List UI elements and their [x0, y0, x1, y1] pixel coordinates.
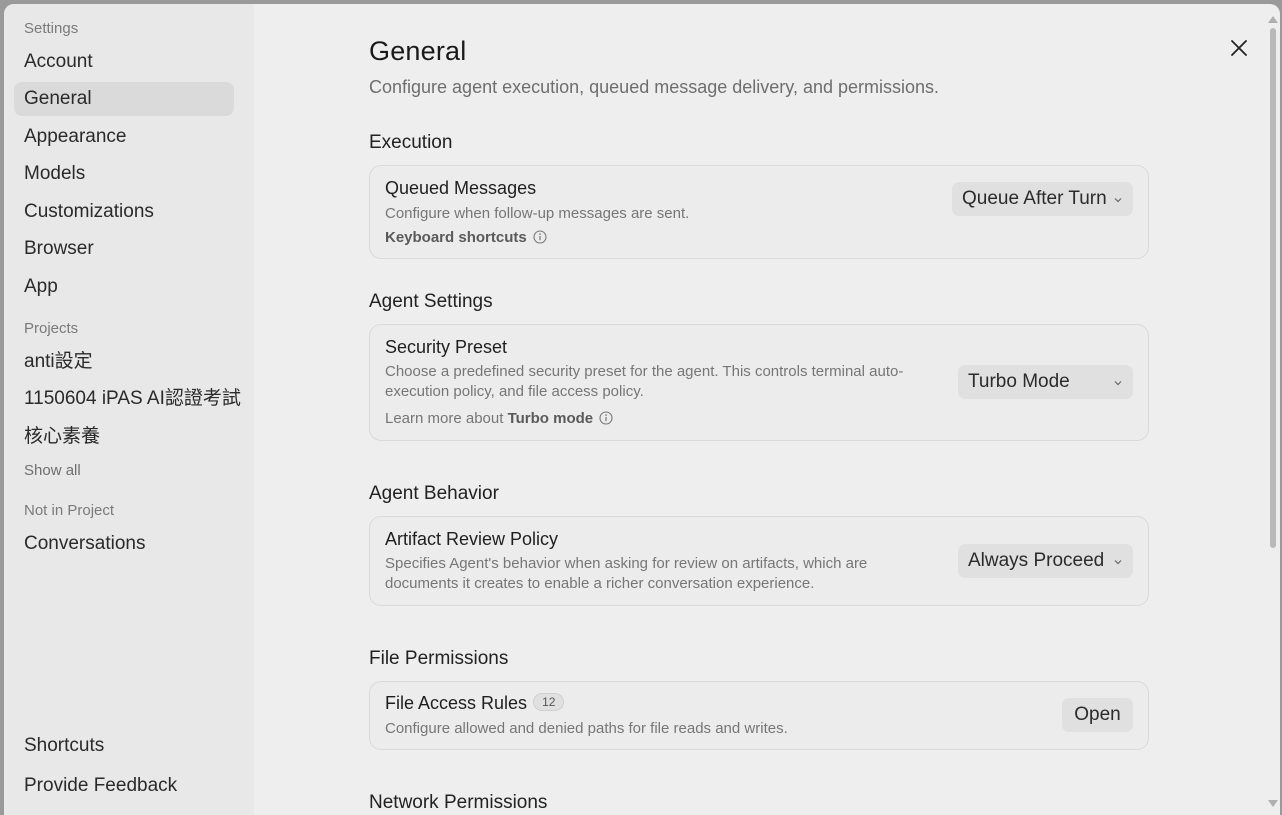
artifact-review-title: Artifact Review Policy: [385, 529, 559, 549]
chevron-down-icon: [1113, 183, 1123, 217]
page-subtitle: Configure agent execution, queued messag…: [369, 77, 940, 97]
artifact-review-dropdown[interactable]: Always Proceed: [958, 544, 1133, 578]
section-heading-agent-behavior: Agent Behavior: [369, 483, 499, 504]
keyboard-shortcuts-link[interactable]: Keyboard shortcuts: [385, 229, 547, 248]
page-title: General: [369, 36, 467, 66]
sidebar-item-general[interactable]: General: [14, 82, 234, 116]
sidebar-project-item[interactable]: 核心素養: [14, 420, 234, 454]
file-access-rules-card: File Access Rules 12 Configure allowed an…: [369, 681, 1149, 750]
info-icon: [533, 230, 547, 248]
turbo-mode-label: Turbo mode: [507, 410, 594, 427]
main-content: General Configure agent execution, queue…: [254, 4, 1280, 815]
sidebar-item-browser[interactable]: Browser: [14, 232, 234, 266]
chevron-down-icon: [1113, 545, 1123, 579]
security-preset-description-line1: Choose a predefined security preset for …: [385, 363, 904, 380]
info-icon: [599, 411, 613, 429]
queued-messages-title: Queued Messages: [385, 178, 537, 198]
section-heading-file-permissions: File Permissions: [369, 648, 509, 669]
show-all-link[interactable]: Show all: [24, 462, 81, 479]
sidebar-item-conversations[interactable]: Conversations: [14, 527, 234, 561]
security-preset-dropdown[interactable]: Turbo Mode: [958, 365, 1133, 399]
sidebar-item-appearance[interactable]: Appearance: [14, 120, 234, 154]
queued-messages-card: Queued Messages Configure when follow-up…: [369, 165, 1149, 259]
section-heading-execution: Execution: [369, 132, 453, 153]
close-icon: [1231, 40, 1247, 56]
sidebar-item-app[interactable]: App: [14, 270, 234, 304]
scroll-up-arrow-icon[interactable]: [1268, 10, 1278, 28]
file-access-rules-title: File Access Rules 12: [385, 693, 565, 714]
artifact-review-description-line1: Specifies Agent's behavior when asking f…: [385, 555, 868, 572]
sidebar: Settings Account General Appearance Mode…: [4, 4, 254, 815]
close-button[interactable]: [1229, 38, 1249, 58]
section-heading-agent-settings: Agent Settings: [369, 291, 493, 312]
security-preset-title: Security Preset: [385, 337, 508, 357]
security-preset-description-line2: execution policy, and file access policy…: [385, 383, 644, 400]
open-file-rules-button[interactable]: Open: [1062, 698, 1133, 732]
chevron-down-icon: [1113, 366, 1123, 400]
keyboard-shortcuts-label: Keyboard shortcuts: [385, 229, 527, 246]
sidebar-project-item[interactable]: anti設定: [14, 345, 234, 379]
section-heading-network-permissions: Network Permissions: [369, 792, 548, 813]
queued-messages-description: Configure when follow-up messages are se…: [385, 205, 690, 222]
artifact-review-card: Artifact Review Policy Specifies Agent's…: [369, 516, 1149, 606]
scroll-down-arrow-icon[interactable]: [1268, 795, 1278, 813]
sidebar-item-feedback[interactable]: Provide Feedback: [14, 769, 234, 803]
file-access-rules-label: File Access Rules: [385, 693, 528, 713]
artifact-review-value: Always Proceed: [968, 550, 1105, 571]
queued-messages-dropdown[interactable]: Queue After Turn: [952, 182, 1133, 216]
learn-more-prefix: Learn more about: [385, 410, 508, 427]
sidebar-item-customizations[interactable]: Customizations: [14, 195, 234, 229]
file-access-rules-description: Configure allowed and denied paths for f…: [385, 720, 788, 737]
sidebar-item-models[interactable]: Models: [14, 157, 234, 191]
sidebar-project-item[interactable]: 1150604 iPAS AI認證考試: [14, 382, 241, 416]
security-preset-card: Security Preset Choose a predefined secu…: [369, 324, 1149, 441]
settings-section-header: Settings: [24, 20, 79, 37]
scrollbar-thumb[interactable]: [1270, 28, 1276, 548]
sidebar-item-account[interactable]: Account: [14, 45, 234, 79]
queued-messages-value: Queue After Turn: [962, 188, 1107, 209]
scrollbar[interactable]: [1266, 4, 1280, 815]
security-preset-value: Turbo Mode: [968, 371, 1070, 392]
turbo-mode-link[interactable]: Learn more about Turbo mode: [385, 410, 613, 429]
artifact-review-description-line2: documents it creates to enable a richer …: [385, 575, 815, 592]
rules-count-badge: 12: [533, 693, 565, 711]
settings-window: Settings Account General Appearance Mode…: [4, 4, 1280, 815]
sidebar-item-shortcuts[interactable]: Shortcuts: [14, 729, 234, 763]
projects-section-header: Projects: [24, 320, 79, 337]
not-in-project-header: Not in Project: [24, 502, 115, 519]
